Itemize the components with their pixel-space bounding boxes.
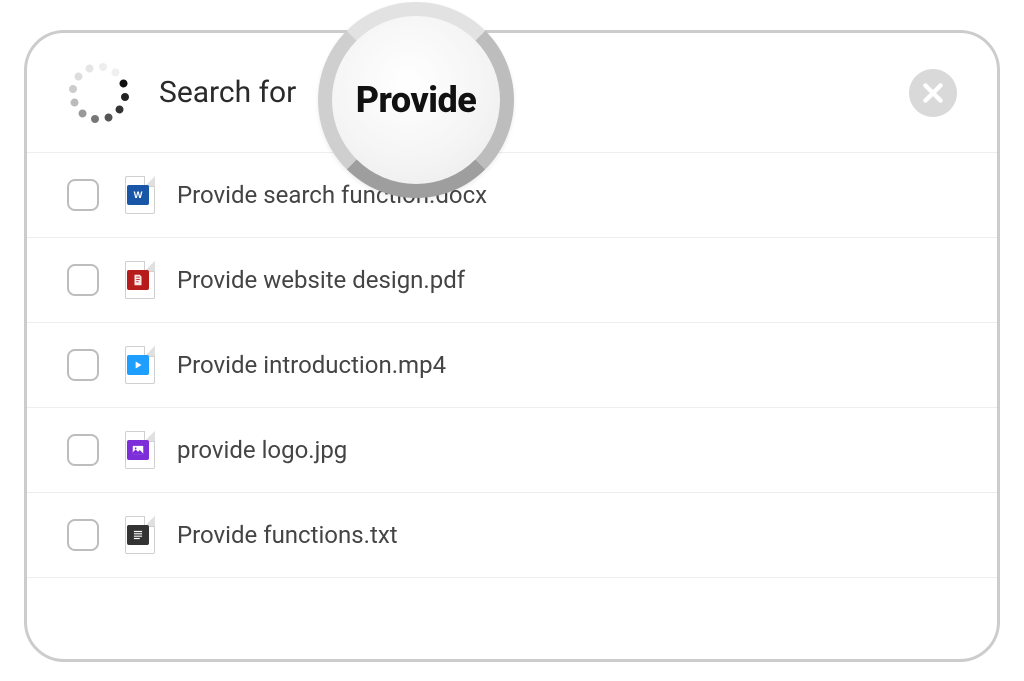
- filename: Provide functions.txt: [177, 521, 398, 549]
- select-checkbox[interactable]: [67, 519, 99, 551]
- word-file-icon: W: [125, 176, 155, 214]
- close-icon: [920, 80, 946, 106]
- select-checkbox[interactable]: [67, 264, 99, 296]
- filename: Provide website design.pdf: [177, 266, 465, 294]
- result-row[interactable]: Provide introduction.mp4: [27, 323, 997, 408]
- result-row[interactable]: W Provide search function.docx: [27, 153, 997, 238]
- image-file-icon: [125, 431, 155, 469]
- result-row[interactable]: Provide functions.txt: [27, 493, 997, 578]
- search-header: Search for: [27, 33, 997, 153]
- select-checkbox[interactable]: [67, 434, 99, 466]
- pdf-file-icon: [125, 261, 155, 299]
- filename: Provide search function.docx: [177, 181, 487, 209]
- select-checkbox[interactable]: [67, 179, 99, 211]
- filename: provide logo.jpg: [177, 436, 347, 464]
- result-row[interactable]: Provide website design.pdf: [27, 238, 997, 323]
- results-list: W Provide search function.docx Provide w…: [27, 153, 997, 578]
- video-file-icon: [125, 346, 155, 384]
- text-file-icon: [125, 516, 155, 554]
- select-checkbox[interactable]: [67, 349, 99, 381]
- search-panel: Search for W Provide search function.doc…: [24, 30, 1000, 662]
- search-label: Search for: [159, 75, 296, 110]
- filename: Provide introduction.mp4: [177, 351, 446, 379]
- close-button[interactable]: [909, 69, 957, 117]
- svg-text:W: W: [134, 190, 143, 200]
- result-row[interactable]: provide logo.jpg: [27, 408, 997, 493]
- loading-spinner-icon: [67, 61, 131, 125]
